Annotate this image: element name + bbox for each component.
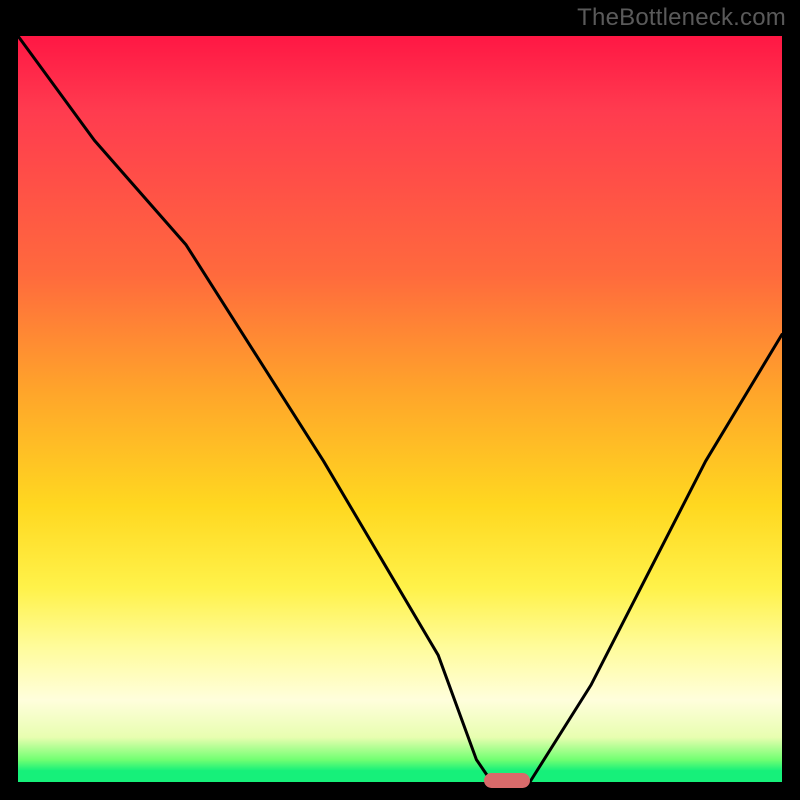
curve-layer bbox=[18, 36, 782, 782]
bottleneck-curve bbox=[18, 36, 782, 782]
chart-frame: TheBottleneck.com bbox=[0, 0, 800, 800]
optimum-marker bbox=[484, 773, 530, 788]
plot-area bbox=[18, 36, 782, 782]
watermark-text: TheBottleneck.com bbox=[577, 4, 786, 32]
